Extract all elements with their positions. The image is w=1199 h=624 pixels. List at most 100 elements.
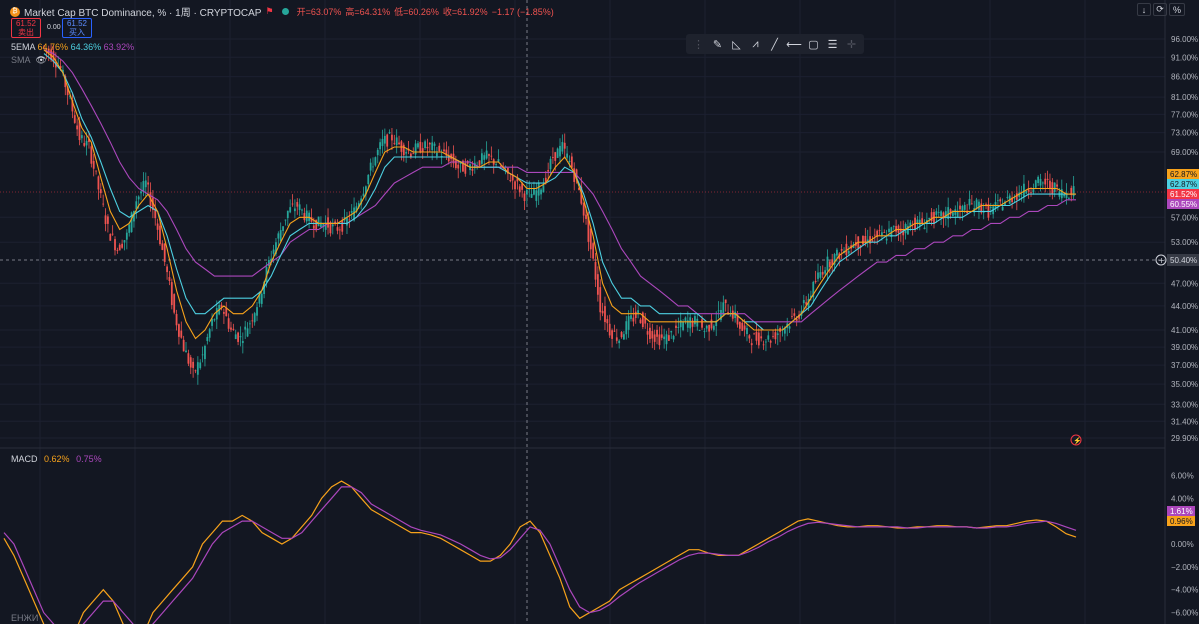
candle-body <box>755 331 758 341</box>
candle-body <box>705 325 708 329</box>
candle-body <box>279 230 282 242</box>
price-tag-label: 62.87% <box>1170 180 1197 189</box>
candle-body <box>204 345 206 360</box>
candle-body <box>121 243 124 248</box>
ema-label: 5EMA <box>11 42 36 52</box>
candle-body <box>762 344 765 346</box>
sma-legend[interactable]: SMA 👁 <box>11 55 47 66</box>
candle-body <box>277 233 280 239</box>
candle-body <box>698 330 701 331</box>
candle-body <box>412 153 415 155</box>
candle-body <box>383 135 386 144</box>
candle-body <box>369 162 372 171</box>
candle-body <box>301 209 303 211</box>
candle-body <box>471 168 474 171</box>
down-arrow-icon[interactable]: ↓ <box>1137 3 1151 16</box>
candle-body <box>646 331 649 335</box>
candle-body <box>525 189 528 195</box>
candle-body <box>405 152 408 154</box>
horizontal-ray-icon[interactable]: ⟵ <box>786 37 802 51</box>
candle-body <box>249 323 251 325</box>
candle-body <box>873 234 876 236</box>
price-axis-label: 39.00% <box>1171 343 1198 352</box>
candle-body <box>159 225 161 245</box>
candle-body <box>286 210 289 219</box>
candle-body <box>192 361 195 368</box>
candle-body <box>336 227 339 231</box>
macd-legend[interactable]: MACD 0.62% 0.75% <box>11 454 102 464</box>
candle-body <box>975 199 978 209</box>
pattern-icon[interactable]: ⩘ <box>749 37 762 51</box>
candle-body <box>303 213 306 221</box>
candle-body <box>542 185 545 193</box>
candle-body <box>244 326 247 330</box>
triangle-icon[interactable]: ◺ <box>730 37 743 51</box>
eye-icon[interactable]: 👁 <box>36 55 47 65</box>
chart-area[interactable]: 96.00% 91.00% 86.00% 81.00% 77.00% 73.00% 69.0… <box>0 0 1199 624</box>
candle-body <box>594 261 597 280</box>
candle-body <box>1053 182 1056 193</box>
candle-body <box>1044 178 1047 185</box>
candle-body <box>746 327 748 335</box>
drag-handle-icon[interactable]: ⋮ <box>692 37 705 51</box>
candle-body <box>653 334 656 342</box>
candle-body <box>1056 184 1058 187</box>
macd-axis-label: 0.00% <box>1171 540 1194 549</box>
bottom-indicator-legend[interactable]: ЕНЖИ <box>11 613 38 623</box>
buy-button[interactable]: 61.52 买入 <box>62 18 92 38</box>
price-tag-label: 62.87% <box>1170 170 1197 179</box>
candle-body <box>561 142 564 152</box>
crosshair-icon[interactable]: ✛ <box>845 37 858 51</box>
candle-body <box>658 334 661 346</box>
close-value: 收=61.92% <box>442 7 488 17</box>
rectangle-icon[interactable]: ▢ <box>807 37 820 51</box>
ema-legend[interactable]: 5EMA 64.76% 64.36% 63.92% <box>11 42 134 52</box>
candle-body <box>272 249 275 254</box>
candle-body <box>170 282 173 306</box>
candle-body <box>234 334 237 340</box>
candle-body <box>802 300 805 304</box>
candle-body <box>885 238 888 241</box>
percent-scale-button[interactable]: % <box>1169 3 1185 16</box>
candle-body <box>109 234 112 241</box>
candle-body <box>293 208 296 212</box>
candle-body <box>608 323 611 336</box>
candle-body <box>227 318 230 329</box>
candle-body <box>196 362 199 375</box>
candle-body <box>826 256 829 271</box>
candle-body <box>213 319 216 321</box>
candle-body <box>961 206 964 212</box>
candle-body <box>428 143 431 145</box>
crosshair-price-label: 50.40% <box>1170 256 1197 265</box>
sell-button[interactable]: 61.52 卖出 <box>11 18 41 38</box>
candle-body <box>457 164 460 169</box>
candle-body <box>689 317 692 329</box>
brush-icon[interactable]: ✎ <box>711 37 724 51</box>
candle-body <box>533 188 535 195</box>
candle-body <box>116 250 119 251</box>
candle-body <box>665 334 668 345</box>
candle-body <box>551 157 554 158</box>
candle-body <box>305 210 308 222</box>
refresh-icon[interactable]: ⟳ <box>1153 3 1167 16</box>
price-axis-label: 31.40% <box>1171 417 1198 426</box>
price-axis-label: 37.00% <box>1171 361 1198 370</box>
candle-body <box>888 228 890 233</box>
candle-body <box>253 313 256 323</box>
candle-body <box>703 331 706 332</box>
chart-title[interactable]: Market Cap BTC Dominance, % · 1周 · CRYPT… <box>24 4 261 19</box>
candle-body <box>241 340 244 344</box>
header-bar: ₿ Market Cap BTC Dominance, % · 1周 · CRY… <box>10 4 554 19</box>
candle-body <box>232 328 235 330</box>
fib-icon[interactable]: ☰ <box>826 37 839 51</box>
candle-body <box>952 212 954 216</box>
price-axis-label: 73.00% <box>1171 129 1198 138</box>
price-tag-label: 60.55% <box>1170 200 1197 209</box>
candle-body <box>417 143 419 148</box>
candle-body <box>618 340 621 344</box>
candle-body <box>537 182 540 196</box>
trend-line-icon[interactable]: ╱ <box>768 37 781 51</box>
candle-body <box>937 212 940 213</box>
low-value: 低=60.26% <box>394 7 439 17</box>
candle-body <box>230 327 232 330</box>
